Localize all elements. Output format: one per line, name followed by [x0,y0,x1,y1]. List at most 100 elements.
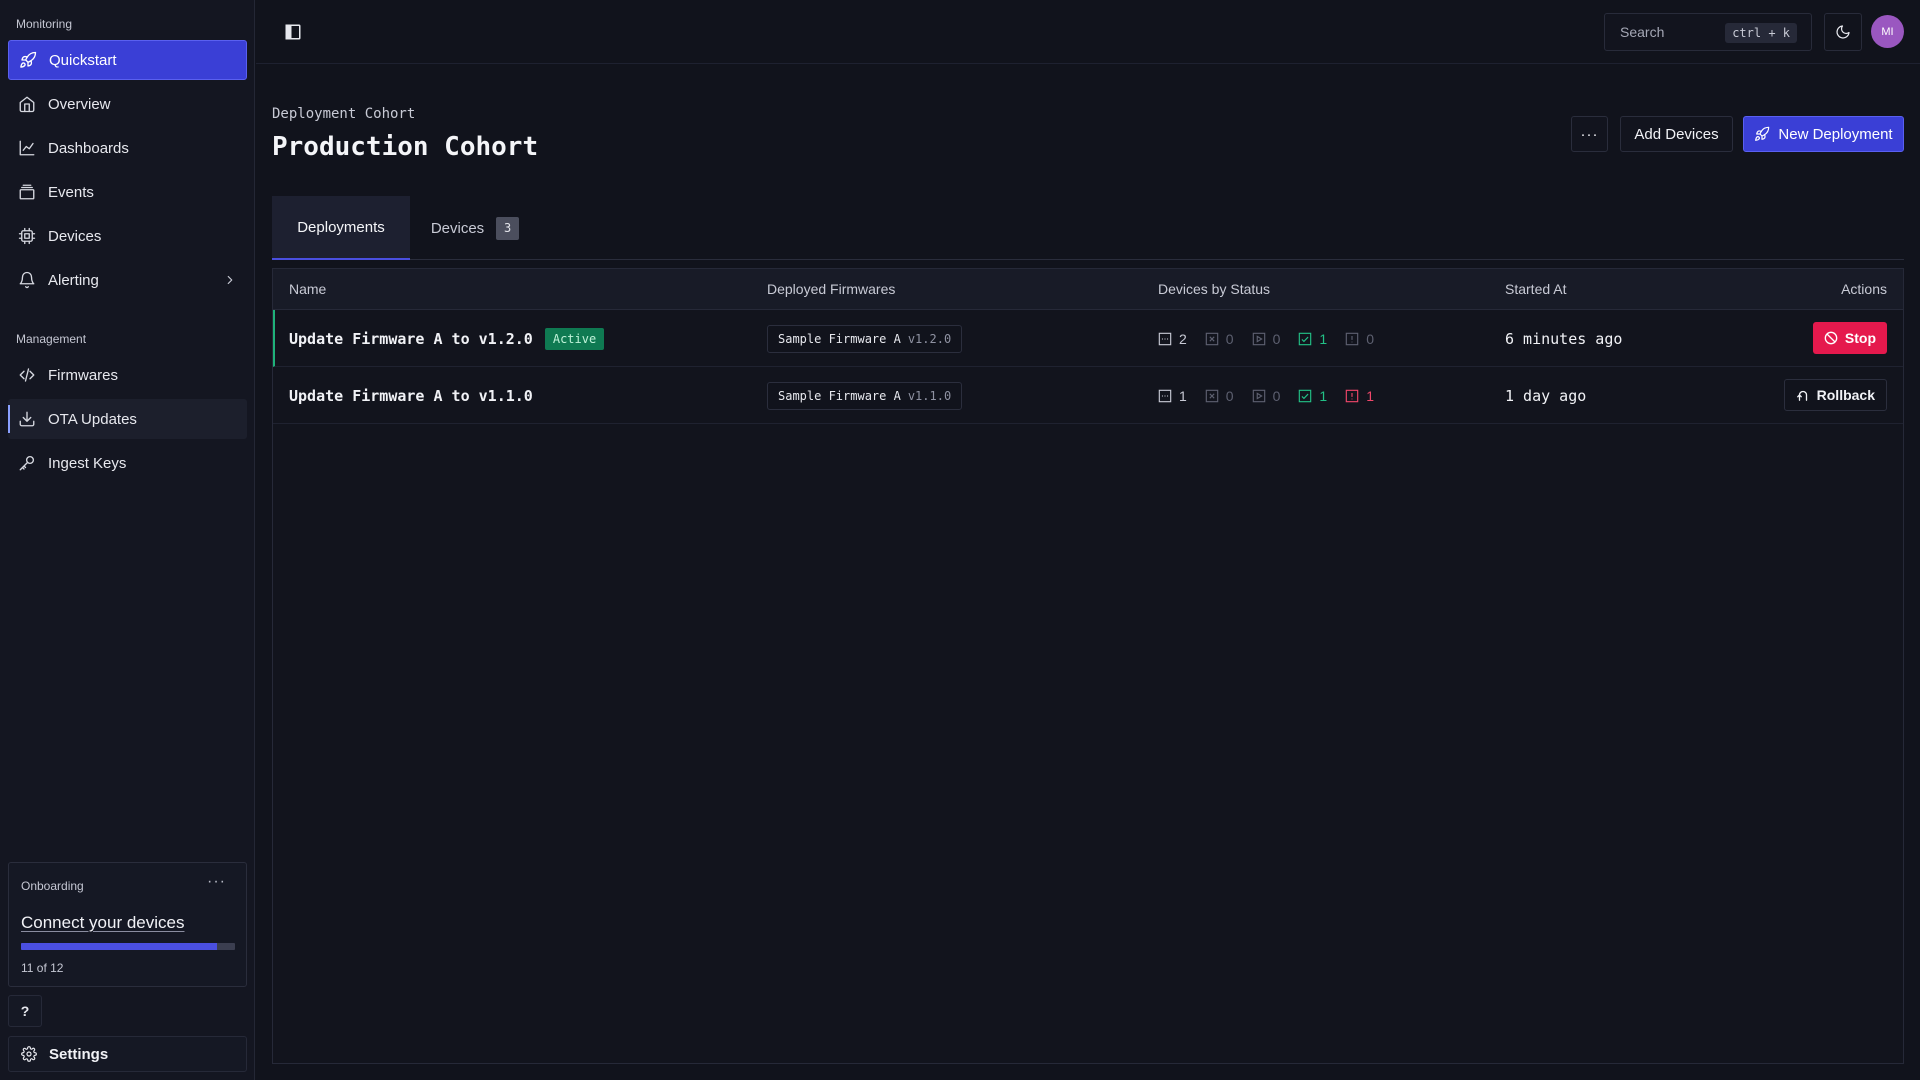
search-input[interactable]: Search ctrl + k [1604,13,1812,51]
tab-label: Devices [430,219,485,237]
rocket-icon [1755,126,1770,141]
column-header-started: Started At [1505,281,1567,297]
sidebar-item-label: Firmwares [48,366,118,384]
stop-button[interactable]: Stop [1812,322,1887,354]
stop-label: Stop [1844,330,1876,346]
firmware-name: Sample Firmware A [778,388,901,403]
sidebar: Monitoring Quickstart Overview Dashboard… [0,0,255,1080]
deployment-name[interactable]: Update Firmware A to v1.1.0 [289,387,533,405]
moon-icon [1836,25,1850,39]
onboarding-progress-fill [21,943,218,950]
status-count: 0 [1225,330,1234,347]
home-icon [19,96,35,113]
column-header-name: Name [289,281,327,297]
column-header-status: Devices by Status [1158,281,1271,297]
status-count: 0 [1272,387,1281,404]
started-at: 6 minutes ago [1505,329,1623,348]
status-count: 0 [1272,330,1281,347]
sidebar-item-label: Quickstart [49,51,117,69]
topbar: Search ctrl + k MI [256,0,1920,64]
status-in-progress: 0 [1252,387,1281,404]
status-count: 2 [1179,330,1187,347]
table-row[interactable]: Update Firmware A to v1.2.0 Active Sampl… [273,310,1903,367]
alert-icon [1345,389,1359,402]
firmware-version: v1.2.0 [907,331,952,346]
avatar[interactable]: MI [1871,15,1904,48]
pending-icon [1158,389,1172,402]
gear-icon [21,1046,37,1062]
theme-toggle-button[interactable] [1824,13,1862,51]
firmware-name: Sample Firmware A [778,331,901,346]
onboarding-link[interactable]: Connect your devices [21,913,184,933]
sidebar-item-label: Overview [48,95,111,113]
sidebar-item-label: Dashboards [48,139,129,157]
breadcrumb: Deployment Cohort [272,106,416,122]
firmware-chip[interactable]: Sample Firmware A v1.1.0 [767,381,963,410]
table-header: Name Deployed Firmwares Devices by Statu… [273,269,1903,310]
status-count: 0 [1225,387,1234,404]
new-deployment-button[interactable]: New Deployment [1743,116,1904,152]
sidebar-toggle-icon[interactable] [284,23,302,41]
rollback-button[interactable]: Rollback [1783,379,1887,411]
deployments-table: Name Deployed Firmwares Devices by Statu… [272,268,1904,1064]
sidebar-item-label: Alerting [48,271,99,289]
ban-icon [1824,331,1838,345]
sidebar-item-ingest-keys[interactable]: Ingest Keys [8,443,247,483]
sidebar-item-label: Events [48,183,94,201]
status-count: 0 [1366,330,1374,347]
help-button[interactable]: ? [8,995,42,1027]
deployment-name[interactable]: Update Firmware A to v1.2.0 [289,330,533,348]
play-icon [1252,332,1265,345]
status-failed: 0 [1345,331,1374,347]
status-cancelled: 0 [1205,388,1234,404]
add-devices-button[interactable]: Add Devices [1620,116,1733,152]
monitoring-section-label: Monitoring [16,17,73,31]
sidebar-item-devices[interactable]: Devices [8,216,247,256]
firmware-chip[interactable]: Sample Firmware A v1.2.0 [767,324,963,353]
status-completed: 1 [1298,331,1327,347]
table-row[interactable]: Update Firmware A to v1.1.0 Sample Firmw… [273,367,1903,424]
onboarding-progress-label: 11 of 12 [21,961,64,975]
sidebar-item-label: Devices [48,227,102,245]
firmware-version: v1.1.0 [907,388,952,403]
status-failed: 1 [1345,388,1374,404]
rollback-label: Rollback [1816,387,1875,403]
status-pending: 2 [1158,331,1187,347]
onboarding-more-button[interactable]: ··· [207,873,226,891]
status-count: 1 [1366,387,1374,404]
page-title: Production Cohort [272,132,539,162]
tab-devices[interactable]: Devices 3 [410,196,540,260]
key-icon [19,455,35,471]
add-devices-label: Add Devices [1634,125,1719,143]
sidebar-item-firmwares[interactable]: Firmwares [8,355,247,395]
download-icon [19,411,35,427]
sidebar-item-label: OTA Updates [48,410,137,428]
check-icon [1299,389,1312,402]
settings-button[interactable]: Settings [8,1036,247,1072]
sidebar-item-alerting[interactable]: Alerting [8,260,247,300]
cpu-icon [18,227,36,245]
code-icon [19,368,35,382]
tab-label: Deployments [297,218,385,236]
onboarding-card: Onboarding ··· Connect your devices 11 o… [8,862,247,987]
layers-icon [19,184,35,200]
settings-label: Settings [49,1045,109,1063]
cancelled-icon [1205,389,1219,402]
tab-deployments[interactable]: Deployments [272,196,410,260]
chart-line-icon [19,140,35,156]
sidebar-item-label: Ingest Keys [48,454,127,472]
onboarding-title: Onboarding [21,879,84,893]
sidebar-item-overview[interactable]: Overview [8,84,247,124]
status-count: 1 [1319,330,1328,347]
status-cancelled: 0 [1205,331,1234,347]
more-actions-button[interactable]: ··· [1571,116,1608,152]
status-count: 1 [1319,387,1328,404]
tab-count-badge: 3 [496,216,520,240]
sidebar-item-dashboards[interactable]: Dashboards [8,128,247,168]
check-icon [1299,332,1312,345]
onboarding-progress-bar [21,943,235,950]
sidebar-item-events[interactable]: Events [8,172,247,212]
status-badge: Active [544,327,605,350]
sidebar-item-ota-updates[interactable]: OTA Updates [8,399,247,439]
sidebar-item-quickstart[interactable]: Quickstart [8,40,247,80]
